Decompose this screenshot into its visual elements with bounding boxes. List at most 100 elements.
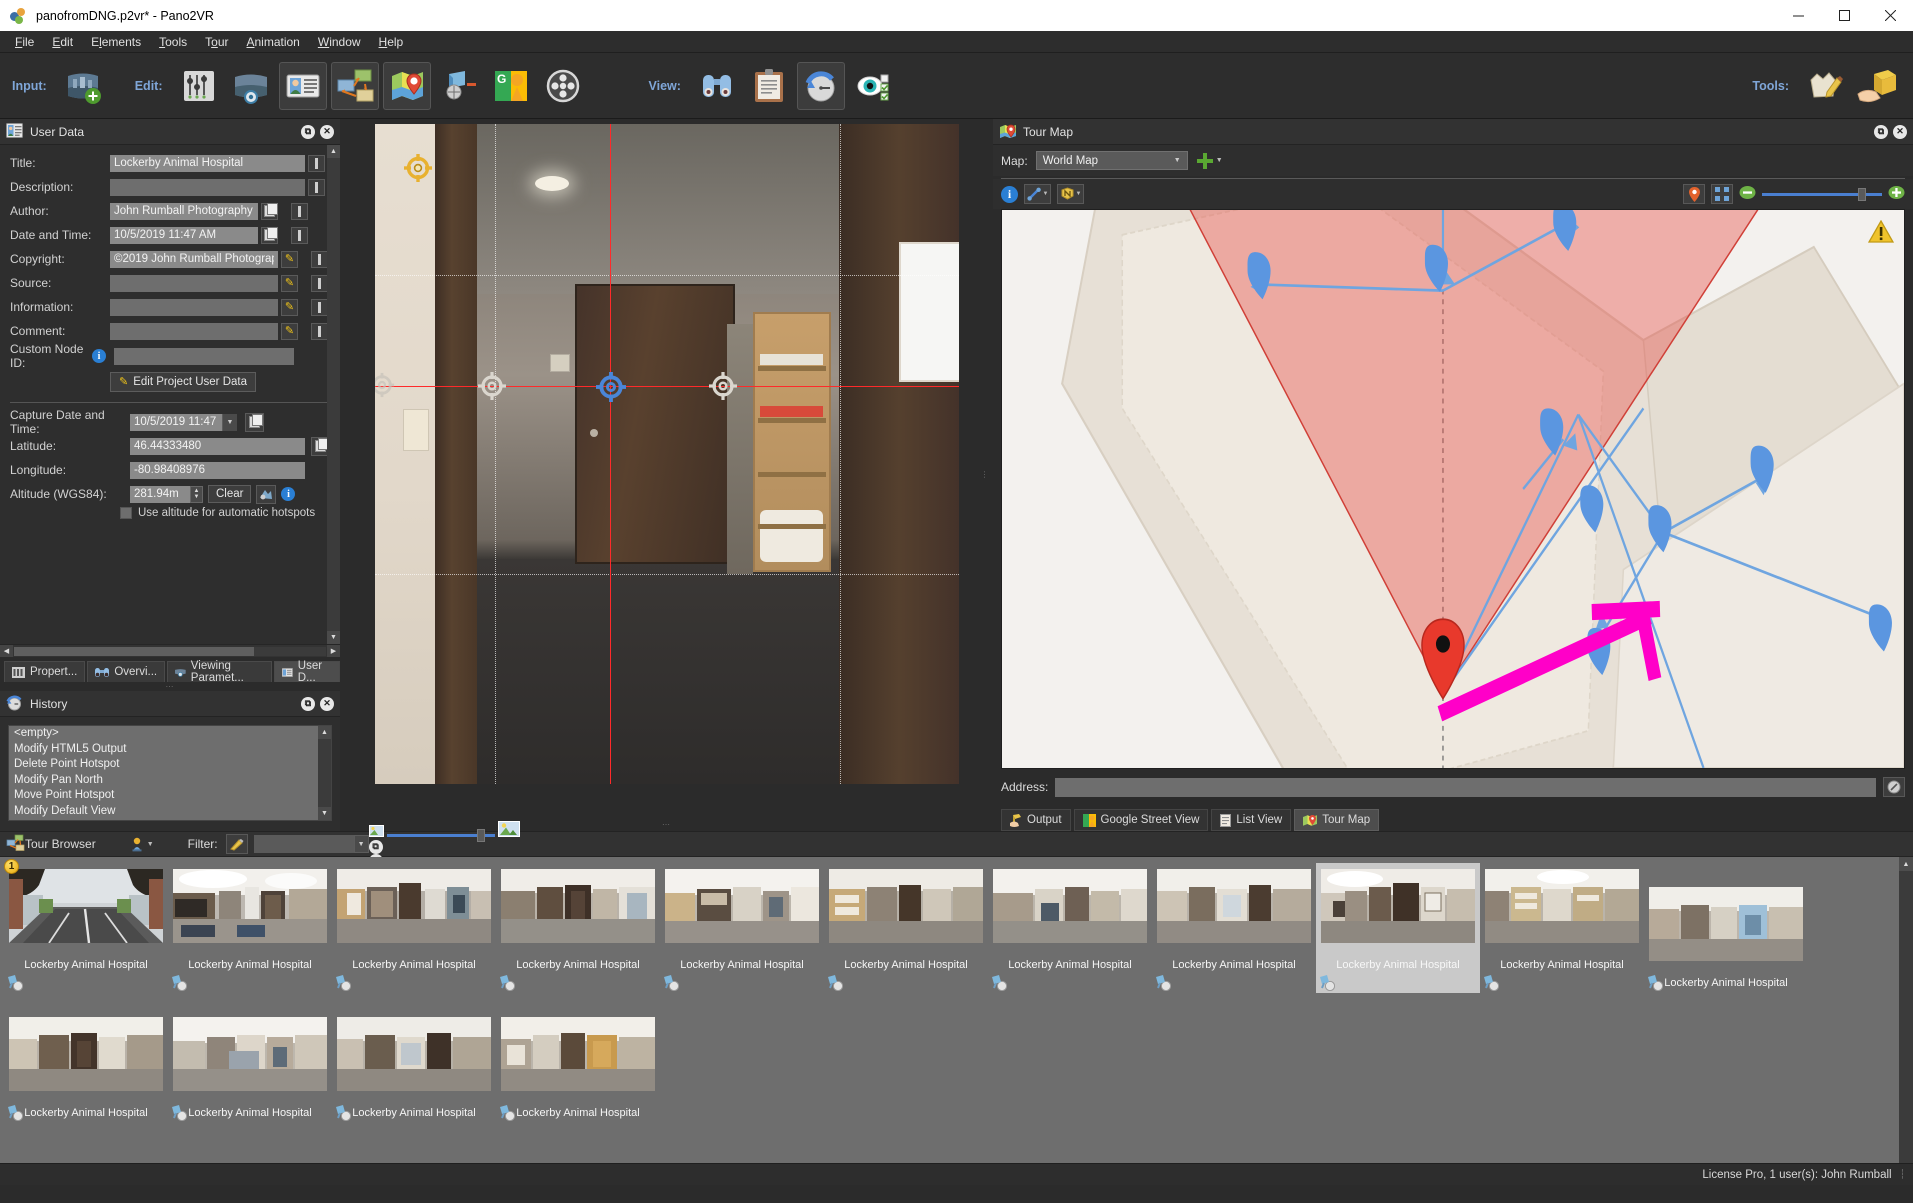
altitude-spinner-icon[interactable]: ▲ ▼: [190, 485, 203, 503]
node-type-menu-button[interactable]: ▼: [130, 837, 154, 852]
list-item[interactable]: Lockerby Animal Hospital: [1480, 863, 1644, 993]
author-tag-button[interactable]: [291, 202, 308, 220]
scroll-down-icon[interactable]: ▼: [318, 807, 331, 820]
capture-date-copy-button[interactable]: [245, 412, 264, 432]
minimize-button[interactable]: [1775, 0, 1821, 31]
list-item[interactable]: Lockerby Animal Hospital: [332, 1011, 496, 1123]
list-item[interactable]: Lockerby Animal Hospital: [824, 863, 988, 993]
tab-list-view[interactable]: List View: [1211, 809, 1292, 831]
user-data-close-icon[interactable]: ✕: [320, 124, 334, 139]
viewer-bottom-splitter[interactable]: ⋯: [662, 820, 671, 829]
tour-map-undock-icon[interactable]: ⧉: [1874, 124, 1888, 139]
latitude-field[interactable]: [130, 437, 305, 455]
copyright-field[interactable]: [110, 250, 278, 268]
user-data-vertical-scrollbar[interactable]: ▲ ▼: [327, 145, 340, 644]
menu-window[interactable]: Window: [309, 33, 370, 51]
comment-field[interactable]: [110, 322, 278, 340]
information-field[interactable]: [110, 298, 278, 316]
menu-help[interactable]: Help: [370, 33, 413, 51]
scroll-up-icon[interactable]: ▲: [327, 145, 340, 158]
filter-tag-button[interactable]: [225, 834, 248, 854]
history-button[interactable]: [796, 61, 845, 110]
tour-browser-vertical-scrollbar[interactable]: ▲: [1899, 857, 1913, 1163]
list-item[interactable]: Lockerby Animal Hospital: [660, 863, 824, 993]
copyright-edit-button[interactable]: ✎: [281, 250, 298, 268]
menu-edit[interactable]: Edit: [43, 33, 82, 51]
viewer-right-splitter[interactable]: ⋯: [980, 471, 989, 480]
animation-button[interactable]: [539, 62, 587, 110]
history-list[interactable]: <empty> Modify HTML5 Output Delete Point…: [8, 725, 332, 821]
list-item[interactable]: Lockerby Animal Hospital: [168, 1011, 332, 1123]
capture-date-field[interactable]: [130, 413, 222, 431]
source-tag-button[interactable]: [311, 274, 328, 292]
altitude-clear-button[interactable]: Clear: [208, 485, 252, 503]
resize-grip-icon[interactable]: ┆: [1900, 1169, 1905, 1180]
link-nodes-button[interactable]: ▼: [1024, 184, 1051, 204]
information-edit-button[interactable]: ✎: [281, 298, 298, 316]
tour-browser-undock-icon[interactable]: ⧉: [368, 839, 383, 854]
list-item[interactable]: Lockerby Animal Hospital: [168, 863, 332, 993]
list-item[interactable]: Lockerby Animal Hospital: [4, 1011, 168, 1123]
title-field[interactable]: [110, 154, 305, 172]
history-undock-icon[interactable]: ⧉: [301, 696, 315, 711]
hotspot-point-center-selected[interactable]: [595, 372, 626, 402]
map-zoom-slider[interactable]: [1762, 187, 1882, 201]
output-button[interactable]: [1853, 62, 1901, 110]
user-data-button[interactable]: [278, 61, 327, 110]
user-data-horizontal-scrollbar[interactable]: ◀ ▶: [0, 644, 340, 658]
list-item[interactable]: <empty>: [9, 726, 331, 742]
address-input[interactable]: [1055, 777, 1876, 797]
information-tag-button[interactable]: [311, 298, 328, 316]
tab-properties[interactable]: Propert...: [4, 661, 86, 682]
map-select-combobox[interactable]: World Map ▼: [1035, 151, 1188, 170]
edit-project-user-data-button[interactable]: ✎ Edit Project User Data: [110, 372, 256, 392]
tab-overview[interactable]: Overvi...: [87, 661, 166, 682]
tab-google-street-view[interactable]: Google Street View: [1073, 809, 1209, 831]
warning-icon[interactable]: [1867, 219, 1895, 247]
google-street-view-button[interactable]: G: [487, 62, 535, 110]
description-field[interactable]: [110, 178, 305, 196]
thumbnail-size-slider[interactable]: [386, 828, 495, 842]
tour-browser-button[interactable]: [330, 61, 379, 110]
tab-tour-map[interactable]: Tour Map: [1294, 809, 1380, 831]
custom-node-id-info-icon[interactable]: i: [92, 349, 106, 363]
add-map-button[interactable]: ▼: [1196, 152, 1223, 170]
viewing-parameters-button[interactable]: [175, 62, 223, 110]
history-close-icon[interactable]: ✕: [320, 696, 334, 711]
map-info-icon[interactable]: i: [1001, 185, 1018, 203]
list-item[interactable]: Lockerby Animal Hospital: [1152, 863, 1316, 993]
hotspot-north-marker[interactable]: [403, 154, 432, 182]
description-tag-button[interactable]: [308, 178, 325, 196]
tab-user-data[interactable]: User D...: [274, 660, 340, 684]
geocode-search-button[interactable]: [1883, 777, 1905, 797]
altitude-lookup-button[interactable]: [256, 484, 277, 504]
copyright-tag-button[interactable]: [311, 250, 328, 268]
fit-to-view-button[interactable]: [1711, 184, 1733, 204]
altitude-info-icon[interactable]: i: [281, 487, 296, 501]
list-item[interactable]: Delete Point Hotspot: [9, 757, 331, 773]
menu-elements[interactable]: Elements: [82, 33, 150, 51]
menu-tour[interactable]: Tour: [196, 33, 237, 51]
tour-map-close-icon[interactable]: ✕: [1893, 124, 1907, 139]
hscroll-right-icon[interactable]: ▶: [327, 644, 340, 658]
large-thumbnail-icon[interactable]: [498, 820, 521, 837]
properties-button[interactable]: [745, 62, 793, 110]
filter-input[interactable]: [253, 835, 354, 853]
list-item[interactable]: Move Point Hotspot: [9, 788, 331, 804]
list-item[interactable]: Lockerby Animal Hospital: [496, 863, 660, 993]
north-marker-button[interactable]: ▼: [1057, 184, 1084, 204]
add-input-panorama-button[interactable]: [59, 62, 107, 110]
list-item[interactable]: Lockerby Animal Hospital: [1316, 863, 1480, 993]
hscroll-left-icon[interactable]: ◀: [0, 644, 13, 658]
hotspot-point-left-edge[interactable]: [374, 372, 397, 400]
capture-date-dropdown-icon[interactable]: ▼: [222, 413, 237, 431]
longitude-field[interactable]: [130, 461, 305, 479]
left-dock-splitter[interactable]: ⋯: [0, 682, 340, 691]
comment-tag-button[interactable]: [311, 322, 328, 340]
close-button[interactable]: [1867, 0, 1913, 31]
date-and-time-field[interactable]: [110, 226, 258, 244]
hotspot-point-left[interactable]: [477, 372, 506, 400]
title-tag-button[interactable]: [308, 154, 325, 172]
zoom-out-button[interactable]: [1739, 185, 1756, 203]
list-item[interactable]: Lockerby Animal Hospital: [332, 863, 496, 993]
